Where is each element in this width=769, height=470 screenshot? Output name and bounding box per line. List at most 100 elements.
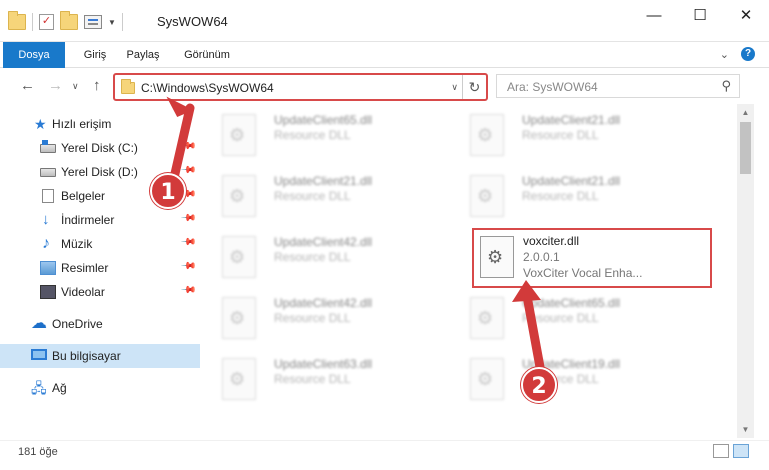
network-icon: 🖧 <box>31 380 47 396</box>
music-icon: ♪ <box>42 235 50 252</box>
sidebar-item-downloads[interactable]: ↓ İndirmeler 📌 <box>0 208 200 232</box>
sidebar-item-videos[interactable]: Videolar 📌 <box>0 280 200 304</box>
item-count: 181 öğe <box>18 446 58 458</box>
expand-ribbon-icon[interactable]: ⌄ <box>720 48 729 61</box>
maximize-icon[interactable]: ☐ <box>677 0 723 30</box>
file-tile[interactable]: UpdateClient63.dll Resource DLL <box>210 350 445 406</box>
sidebar-item-local-disk-c[interactable]: Yerel Disk (C:) 📌 <box>0 136 200 160</box>
sidebar-item-label: Bu bilgisayar <box>52 349 121 363</box>
close-icon[interactable]: ✕ <box>723 0 769 30</box>
file-type: Resource DLL <box>522 189 599 203</box>
file-type: Resource DLL <box>274 189 351 203</box>
refresh-icon[interactable]: ↻ <box>462 75 486 99</box>
sidebar-item-label: Müzik <box>61 237 93 251</box>
drive-icon <box>40 168 56 177</box>
dll-file-icon <box>222 175 256 217</box>
file-tile[interactable]: UpdateClient19.dll Resource DLL <box>458 350 693 406</box>
pictures-icon <box>40 261 56 275</box>
file-type: Resource DLL <box>522 128 599 142</box>
pin-icon[interactable]: 📌 <box>179 138 196 155</box>
sidebar-item-label: Hızlı erişim <box>52 117 112 131</box>
scrollbar-thumb[interactable] <box>740 122 751 174</box>
recent-locations-icon[interactable]: ∨ <box>72 81 79 92</box>
properties-check-icon[interactable]: ✓ <box>39 14 54 30</box>
file-tile[interactable]: UpdateClient21.dll Resource DLL <box>458 106 693 162</box>
dll-file-icon <box>470 297 504 339</box>
file-version: 2.0.0.1 <box>523 250 560 264</box>
title-bar: ✓ ▼ SysWOW64 — ☐ ✕ <box>0 0 769 42</box>
scroll-down-icon[interactable]: ▼ <box>737 421 754 438</box>
window-title: SysWOW64 <box>157 14 228 29</box>
sidebar-item-pictures[interactable]: Resimler 📌 <box>0 256 200 280</box>
back-arrow-icon[interactable]: ← <box>20 77 35 94</box>
chevron-down-icon[interactable]: ∨ <box>451 82 458 93</box>
file-name: voxciter.dll <box>523 234 580 248</box>
scroll-up-icon[interactable]: ▲ <box>737 104 754 121</box>
minimize-icon[interactable]: — <box>631 0 677 30</box>
dll-file-icon <box>222 114 256 156</box>
sidebar-item-label: İndirmeler <box>61 213 115 227</box>
drive-icon <box>40 140 56 153</box>
pin-icon[interactable]: 📌 <box>179 210 196 227</box>
sidebar-item-label: OneDrive <box>52 317 103 331</box>
customize-toolbar-icon[interactable]: ▼ <box>108 18 116 27</box>
file-name: UpdateClient42.dll <box>274 296 373 310</box>
toolbar-separator <box>121 13 123 31</box>
tiles-view-icon[interactable] <box>733 444 749 458</box>
file-name: UpdateClient21.dll <box>274 174 373 188</box>
toolbar-separator <box>32 13 33 31</box>
up-arrow-icon[interactable]: ↑ <box>93 77 101 94</box>
vertical-scrollbar[interactable]: ▲ ▼ <box>737 104 754 438</box>
pin-icon[interactable]: 📌 <box>179 258 196 275</box>
pin-icon[interactable]: 📌 <box>179 162 196 179</box>
new-folder-icon[interactable] <box>60 11 78 30</box>
pin-icon[interactable]: 📌 <box>179 234 196 251</box>
details-view-icon[interactable] <box>713 444 729 458</box>
file-tile[interactable]: UpdateClient42.dll Resource DLL <box>210 289 445 345</box>
ribbon-tabs: Dosya Giriş Paylaş Görünüm <box>0 42 769 68</box>
sidebar-item-this-pc[interactable]: Bu bilgisayar <box>0 344 200 368</box>
pin-icon[interactable]: 📌 <box>179 282 196 299</box>
file-tile[interactable]: UpdateClient21.dll Resource DLL <box>210 167 445 223</box>
address-path[interactable]: C:\Windows\SysWOW64 <box>141 81 274 95</box>
file-tile[interactable]: UpdateClient42.dll Resource DLL <box>210 228 445 284</box>
file-name: UpdateClient65.dll <box>274 113 373 127</box>
sidebar-item-label: Resimler <box>61 261 109 275</box>
downloads-icon: ↓ <box>42 211 50 228</box>
address-bar[interactable]: C:\Windows\SysWOW64 ∨ ↻ <box>113 73 488 101</box>
file-list: UpdateClient65.dll Resource DLL UpdateCl… <box>210 104 736 438</box>
search-input[interactable]: Ara: SysWOW64 ⚲ <box>496 74 740 98</box>
navigation-pane: ★ Hızlı erişim Yerel Disk (C:) 📌 Yerel D… <box>0 108 200 438</box>
file-name: UpdateClient63.dll <box>274 357 373 371</box>
tab-file[interactable]: Dosya <box>3 42 65 68</box>
file-tile[interactable]: UpdateClient65.dll Resource DLL <box>458 289 693 345</box>
tab-view[interactable]: Görünüm <box>176 42 238 68</box>
properties-icon[interactable] <box>84 15 102 29</box>
sidebar-item-label: Videolar <box>61 285 105 299</box>
sidebar-item-onedrive[interactable]: ☁ OneDrive <box>0 312 200 336</box>
folder-icon[interactable] <box>8 11 26 30</box>
file-tile-voxciter[interactable]: voxciter.dll 2.0.0.1 VoxCiter Vocal Enha… <box>472 228 712 288</box>
ribbon-right-controls: ⌄ ? <box>720 47 755 61</box>
forward-arrow-icon[interactable]: → <box>48 77 63 94</box>
sidebar-item-music[interactable]: ♪ Müzik 📌 <box>0 232 200 256</box>
sidebar-item-quick-access[interactable]: ★ Hızlı erişim <box>0 112 200 136</box>
quick-access-toolbar: ✓ ▼ <box>8 11 123 31</box>
search-icon[interactable]: ⚲ <box>721 78 731 94</box>
documents-icon <box>42 189 54 203</box>
tab-home[interactable]: Giriş <box>74 42 116 68</box>
file-tile[interactable]: UpdateClient65.dll Resource DLL <box>210 106 445 162</box>
file-name: UpdateClient42.dll <box>274 235 373 249</box>
sidebar-item-label: Yerel Disk (C:) <box>61 141 138 155</box>
file-tile[interactable]: UpdateClient21.dll Resource DLL <box>458 167 693 223</box>
file-description: VoxCiter Vocal Enha... <box>523 266 643 280</box>
sidebar-item-network[interactable]: 🖧 Ağ <box>0 376 200 400</box>
file-type: Resource DLL <box>274 128 351 142</box>
status-bar: 181 öğe <box>0 440 769 470</box>
help-icon[interactable]: ? <box>741 47 755 61</box>
sidebar-item-label: Yerel Disk (D:) <box>61 165 138 179</box>
tab-share[interactable]: Paylaş <box>120 42 166 68</box>
file-type: Resource DLL <box>274 372 351 386</box>
computer-icon <box>31 349 47 360</box>
step-2-badge: 2 <box>521 367 557 403</box>
